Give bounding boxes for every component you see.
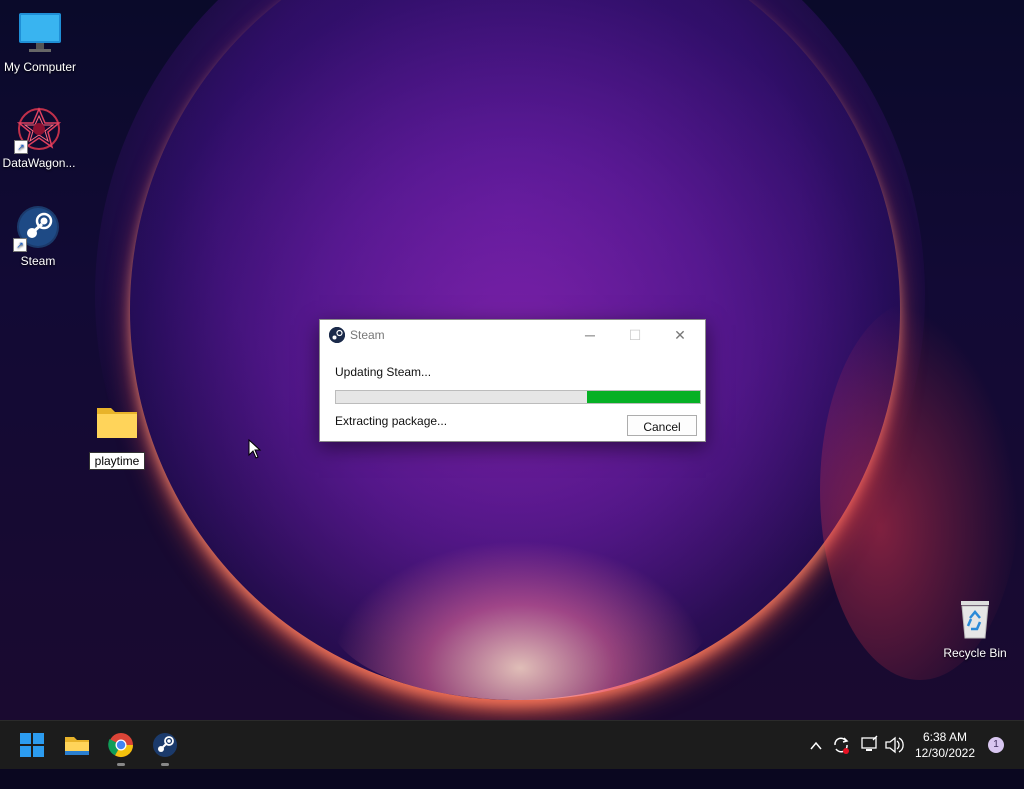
steam-icon [153, 733, 177, 757]
taskbar-steam[interactable] [151, 731, 179, 766]
windows-start-icon [20, 733, 44, 757]
desktop-icon-playtime[interactable]: playtime [77, 402, 157, 470]
chevron-up-icon[interactable] [808, 721, 824, 789]
datawagon-logo-icon: ↗ [14, 106, 62, 154]
file-explorer-icon [65, 737, 89, 755]
shortcut-arrow-icon: ↗ [14, 140, 28, 154]
steam-update-dialog: Steam ─ ☐ ✕ Updating Steam... Extracting… [319, 319, 706, 442]
shortcut-arrow-icon: ↗ [13, 238, 27, 252]
dialog-title: Steam [350, 328, 385, 342]
cancel-button[interactable]: Cancel [627, 415, 697, 436]
clock-time: 6:38 AM [922, 730, 968, 744]
desktop-icon-steam[interactable]: ↗ Steam [0, 204, 78, 268]
steam-logo-icon: ↗ [13, 204, 61, 252]
steam-logo-icon [329, 327, 345, 343]
sync-icon[interactable] [832, 721, 850, 789]
volume-icon[interactable] [884, 721, 904, 789]
desktop-icon-my-computer[interactable]: My Computer [0, 10, 80, 74]
running-indicator [161, 763, 169, 766]
maximize-button: ☐ [628, 327, 642, 343]
desktop-icon-datawagon[interactable]: ↗ DataWagon... [0, 106, 79, 170]
recycle-bin-icon [952, 596, 998, 642]
mouse-cursor-icon [248, 438, 262, 464]
close-button[interactable]: ✕ [670, 326, 690, 344]
monitor-icon [17, 10, 63, 56]
chrome-icon [108, 733, 133, 758]
wallpaper-orb-highlight [330, 540, 710, 700]
update-status-text: Updating Steam... [335, 365, 432, 379]
desktop-icon-label-selected: playtime [88, 452, 146, 470]
taskbar-clock[interactable]: 6:38 AM 12/30/2022 [910, 729, 980, 761]
update-progress-bar [335, 390, 701, 404]
minimize-button[interactable]: ─ [580, 326, 600, 344]
start-button[interactable] [18, 731, 46, 759]
folder-icon [94, 402, 140, 448]
dialog-titlebar[interactable]: Steam ─ ☐ ✕ [320, 320, 705, 350]
update-detail-text: Extracting package... [335, 414, 448, 428]
network-icon[interactable] [859, 721, 879, 789]
desktop-icon-label: Steam [20, 254, 56, 268]
desktop-icon-label: My Computer [3, 60, 77, 74]
desktop-icon-recycle-bin[interactable]: Recycle Bin [935, 596, 1015, 660]
running-indicator [117, 763, 125, 766]
desktop-icon-label: DataWagon... [2, 156, 76, 170]
taskbar: 6:38 AM 12/30/2022 1 [0, 720, 1024, 769]
taskbar-chrome[interactable] [107, 731, 135, 766]
desktop-icon-label: Recycle Bin [943, 646, 1007, 660]
progress-bar-fill [587, 391, 700, 403]
notification-badge[interactable]: 1 [988, 737, 1004, 753]
clock-date: 12/30/2022 [914, 746, 976, 760]
taskbar-file-explorer[interactable] [63, 731, 91, 759]
